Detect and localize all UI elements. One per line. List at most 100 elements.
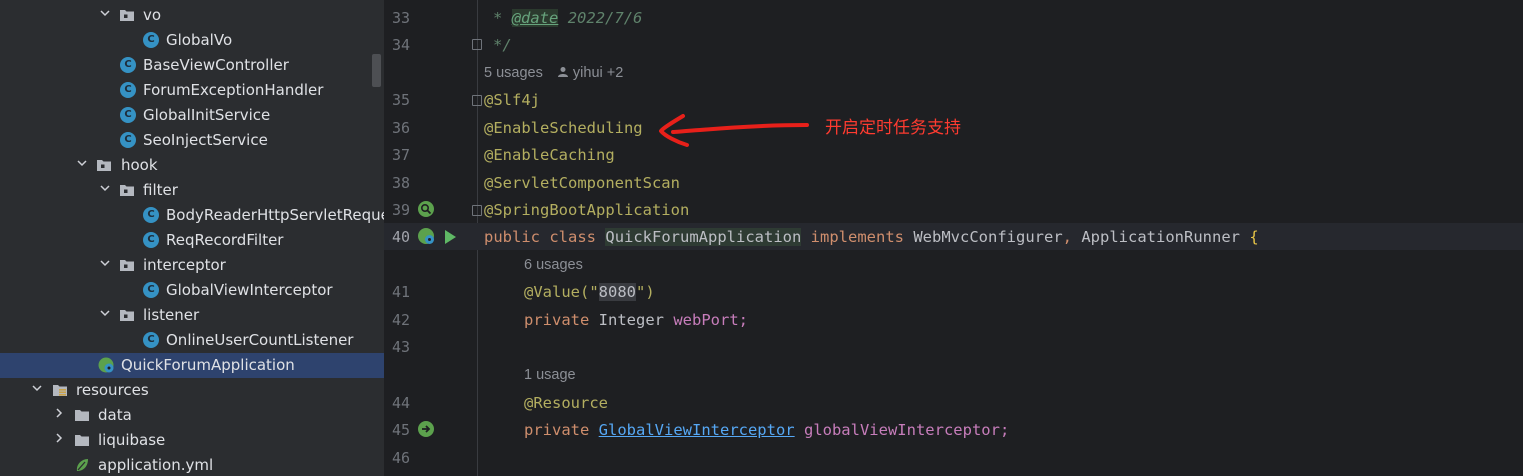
- package-folder-icon: [120, 10, 134, 21]
- value-paren-close: "): [636, 283, 655, 301]
- tree-item-vo[interactable]: vo: [0, 3, 384, 28]
- annotation-value: @Value: [524, 283, 580, 301]
- spring-bean-icon[interactable]: [417, 227, 435, 245]
- keyword-private: private: [524, 311, 590, 329]
- line-number: 46: [391, 449, 410, 467]
- tree-item-application-yml[interactable]: application.yml: [0, 453, 384, 476]
- code-line-46[interactable]: 46: [384, 444, 1523, 471]
- tree-item-onlineusercountlistener[interactable]: C OnlineUserCountListener: [0, 328, 384, 353]
- code-line-35[interactable]: 35 @Slf4j: [384, 86, 1523, 113]
- tree-item-globalinitservice[interactable]: C GlobalInitService: [0, 103, 384, 128]
- class-icon: C: [120, 107, 136, 123]
- chevron-down-icon[interactable]: [100, 183, 110, 193]
- chevron-right-icon[interactable]: [54, 408, 64, 418]
- tree-item-bodyreaderhttpservletreque[interactable]: C BodyReaderHttpServletReque: [0, 203, 384, 228]
- usages-hint[interactable]: 1 usage: [524, 366, 576, 384]
- run-icon[interactable]: [441, 228, 459, 246]
- interface-webmvcconfigurer: WebMvcConfigurer: [913, 228, 1063, 246]
- class-icon: C: [120, 57, 136, 73]
- chevron-down-icon[interactable]: [100, 8, 110, 18]
- code-line-40[interactable]: 40 public class QuickForumApplication im…: [384, 223, 1523, 250]
- line-number: 34: [391, 36, 410, 54]
- tree-item-label: data: [98, 406, 132, 424]
- chevron-down-icon[interactable]: [100, 308, 110, 318]
- code-text: * @date 2022/7/6: [493, 8, 642, 28]
- usages-hint[interactable]: 6 usages: [524, 256, 583, 274]
- annotation-slf4j: @Slf4j: [484, 91, 540, 109]
- doc-date-value: 2022/7/6: [567, 9, 643, 27]
- code-line-39[interactable]: 39 @SpringBootApplication: [384, 196, 1523, 223]
- field-global-view-interceptor: globalViewInterceptor;: [803, 421, 1010, 439]
- code-line-38[interactable]: 38 @ServletComponentScan: [384, 169, 1523, 196]
- fold-marker-icon[interactable]: [472, 95, 482, 106]
- user-icon: [557, 67, 568, 77]
- spring-autowired-icon[interactable]: [417, 420, 435, 438]
- type-global-view-interceptor[interactable]: GlobalViewInterceptor: [599, 421, 795, 439]
- hand-drawn-arrow-icon: [659, 114, 809, 147]
- chevron-down-icon[interactable]: [32, 383, 42, 393]
- usages-hint[interactable]: 5 usages yihui +2: [484, 64, 623, 82]
- code-text: @ServletComponentScan: [484, 173, 680, 193]
- tree-item-globalviewinterceptor[interactable]: C GlobalViewInterceptor: [0, 278, 384, 303]
- class-name: QuickForumApplication: [605, 228, 802, 246]
- tree-item-quickforumapplication[interactable]: QuickForumApplication: [0, 353, 384, 378]
- code-line-41[interactable]: 41 @Value("8080"): [384, 278, 1523, 305]
- code-line-33[interactable]: 33 * @date 2022/7/6: [384, 4, 1523, 31]
- tree-item-forumexceptionhandler[interactable]: C ForumExceptionHandler: [0, 78, 384, 103]
- tree-item-resources[interactable]: resources: [0, 378, 384, 403]
- tree-item-hook[interactable]: hook: [0, 153, 384, 178]
- code-line-43[interactable]: 43: [384, 333, 1523, 360]
- tree-item-data[interactable]: data: [0, 403, 384, 428]
- usages-count: 5 usages: [484, 65, 543, 81]
- annotation-note: 开启定时任务支持: [825, 118, 961, 138]
- author-names: yihui +2: [572, 65, 624, 81]
- doc-end: */: [493, 36, 512, 54]
- chevron-right-icon[interactable]: [54, 433, 64, 443]
- fold-marker-icon[interactable]: [472, 205, 482, 216]
- tree-item-seoinjectservice[interactable]: C SeoInjectService: [0, 128, 384, 153]
- code-text: @EnableScheduling: [484, 118, 643, 138]
- code-line-37[interactable]: 37 @EnableCaching: [384, 141, 1523, 168]
- keyword-public: public: [484, 228, 540, 246]
- tree-item-label: QuickForumApplication: [121, 356, 295, 374]
- tree-item-baseviewcontroller[interactable]: C BaseViewController: [0, 53, 384, 78]
- tree-item-label: vo: [143, 6, 162, 24]
- package-folder-icon: [120, 310, 134, 321]
- class-icon: C: [143, 332, 159, 348]
- annotation-servlet-component-scan: @ServletComponentScan: [484, 174, 680, 192]
- doc-star: *: [493, 9, 503, 27]
- class-icon: C: [143, 232, 159, 248]
- tree-item-label: hook: [121, 156, 158, 174]
- tree-item-listener[interactable]: listener: [0, 303, 384, 328]
- spring-bean-search-icon[interactable]: [417, 200, 435, 218]
- tree-item-interceptor[interactable]: interceptor: [0, 253, 384, 278]
- tree-item-liquibase[interactable]: liquibase: [0, 428, 384, 453]
- package-folder-icon: [120, 185, 134, 196]
- keyword-class: class: [549, 228, 597, 246]
- line-number: 41: [391, 283, 410, 301]
- doc-date-tag: @date: [511, 9, 559, 27]
- code-line-42[interactable]: 42 private Integer webPort;: [384, 306, 1523, 333]
- annotation-enable-scheduling: @EnableScheduling: [484, 119, 643, 137]
- chevron-down-icon[interactable]: [100, 258, 110, 268]
- code-line-34[interactable]: 34 */: [384, 31, 1523, 58]
- code-line-45[interactable]: 45 private GlobalViewInterceptor globalV…: [384, 416, 1523, 443]
- class-icon: C: [143, 32, 159, 48]
- tree-item-label: ReqRecordFilter: [166, 231, 284, 249]
- tree-item-globalvo[interactable]: C GlobalVo: [0, 28, 384, 53]
- folder-icon: [75, 435, 89, 446]
- fold-marker-icon[interactable]: [472, 39, 482, 50]
- code-text: @Value("8080"): [524, 282, 655, 302]
- keyword-private: private: [524, 421, 590, 439]
- comma: ,: [1062, 228, 1072, 246]
- folder-icon: [75, 410, 89, 421]
- tree-item-filter[interactable]: filter: [0, 178, 384, 203]
- class-icon: C: [143, 207, 159, 223]
- spring-boot-class-icon: [98, 357, 114, 373]
- tree-item-label: resources: [76, 381, 149, 399]
- tree-item-label: BaseViewController: [143, 56, 289, 74]
- chevron-down-icon[interactable]: [77, 158, 87, 168]
- code-line-44[interactable]: 44 @Resource: [384, 389, 1523, 416]
- value-paren-open: (": [580, 283, 599, 301]
- tree-item-reqrecordfilter[interactable]: C ReqRecordFilter: [0, 228, 384, 253]
